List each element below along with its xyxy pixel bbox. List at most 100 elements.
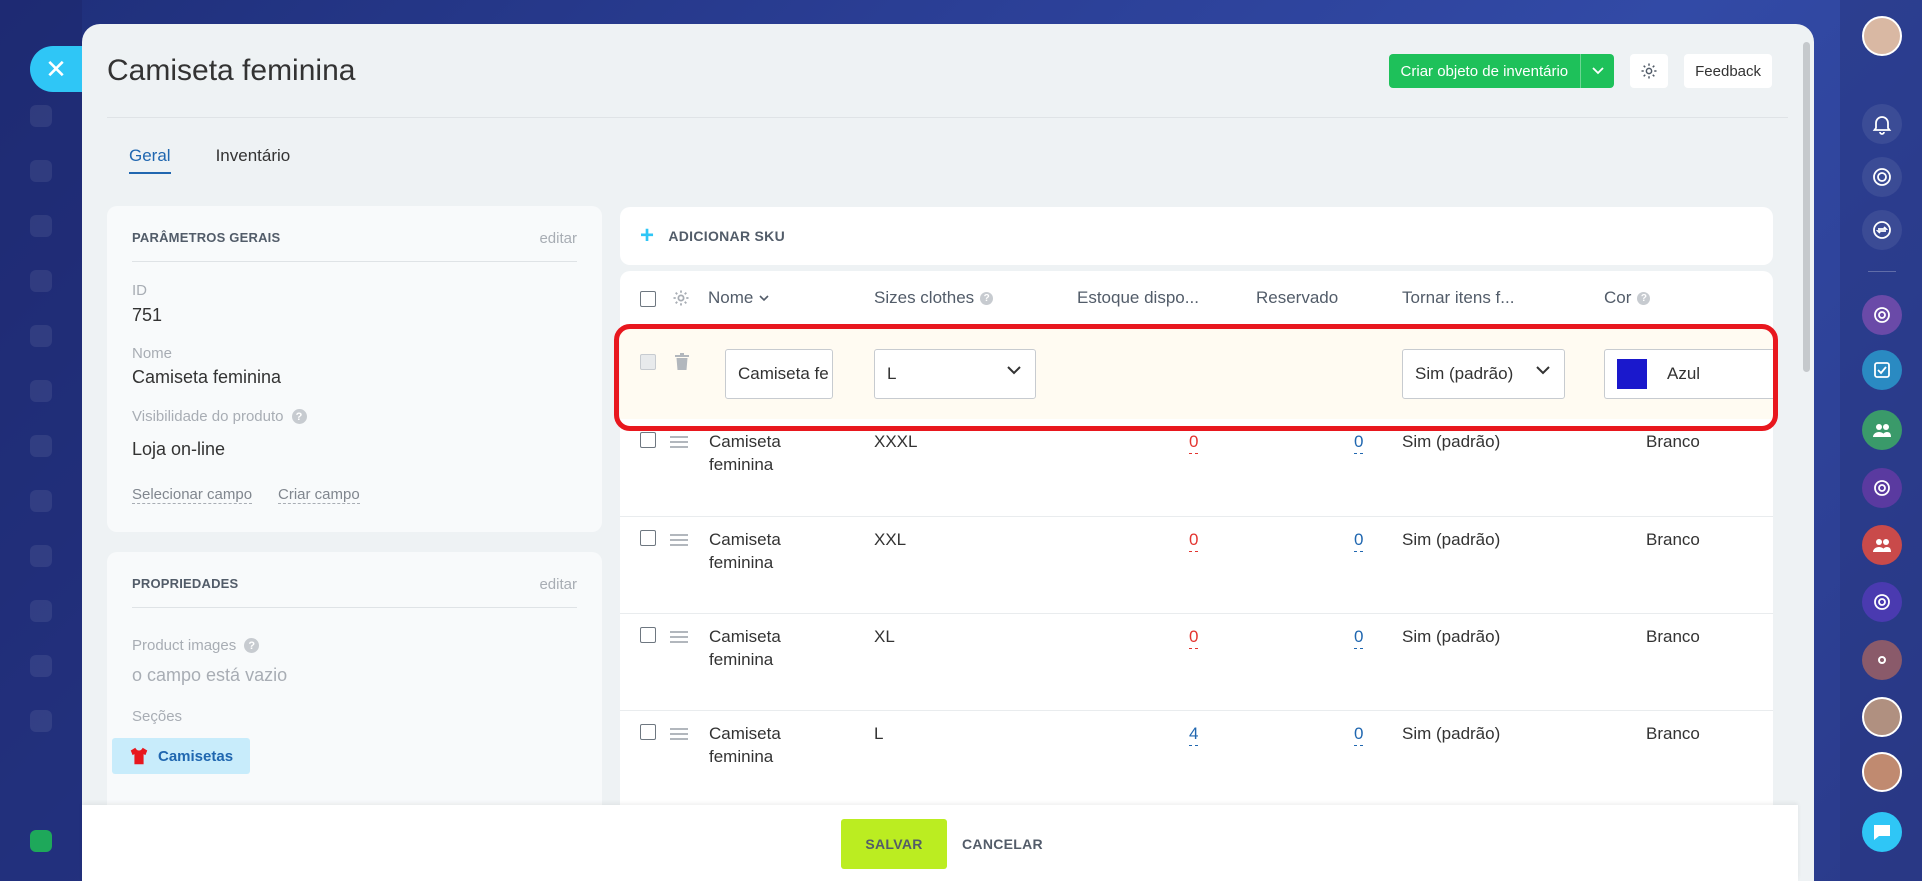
gear-icon	[1641, 63, 1657, 79]
table-row[interactable]: Camiseta feminina XXXL 0 0 Sim (padrão) …	[620, 419, 1773, 516]
general-heading: PARÂMETROS GERAIS	[132, 230, 281, 245]
row-stock[interactable]: 0	[1189, 430, 1199, 454]
color-select[interactable]: Azul	[1604, 349, 1773, 399]
tab-geral[interactable]: Geral	[129, 146, 171, 174]
chat-group-icon[interactable]	[1862, 295, 1902, 335]
add-sku-label: ADICIONAR SKU	[668, 228, 786, 244]
size-select[interactable]: L	[874, 349, 1036, 399]
size-select-value: L	[887, 364, 897, 383]
user-circle-icon[interactable]	[1862, 640, 1902, 680]
cancel-button[interactable]: CANCELAR	[962, 819, 1043, 869]
sku-table: Nome Sizes clothes ? Estoque dispo... Re…	[620, 271, 1773, 805]
row-make-items: Sim (padrão)	[1402, 627, 1501, 646]
tshirt-icon	[130, 747, 148, 765]
row-stock[interactable]: 4	[1189, 722, 1199, 746]
row-reserved[interactable]: 0	[1354, 722, 1364, 746]
help-icon[interactable]: ?	[291, 409, 307, 424]
sku-edit-row: Camiseta fe L Sim (padrão) Azul	[620, 327, 1773, 419]
id-value: 751	[132, 305, 163, 325]
tasks-icon[interactable]	[1862, 350, 1902, 390]
color-select-value: Azul	[1667, 364, 1701, 383]
column-header-sizes[interactable]: Sizes clothes ?	[874, 288, 994, 308]
row-make-items: Sim (padrão)	[1402, 724, 1501, 743]
column-header-make-items[interactable]: Tornar itens f...	[1402, 288, 1514, 308]
avatar[interactable]	[1862, 16, 1902, 56]
scrollbar[interactable]	[1803, 42, 1810, 372]
tab-inventario[interactable]: Inventário	[216, 146, 291, 174]
chevron-down-icon	[1007, 366, 1021, 375]
row-reserved[interactable]: 0	[1354, 625, 1364, 649]
chevron-down-icon	[759, 294, 769, 301]
drag-handle-icon[interactable]	[670, 728, 688, 740]
sections-label: Seções	[132, 708, 183, 725]
avatar[interactable]	[1862, 752, 1902, 792]
sku-name-input[interactable]: Camiseta fe	[725, 349, 833, 399]
row-reserved[interactable]: 0	[1354, 430, 1364, 454]
table-row[interactable]: Camiseta feminina L 4 0 Sim (padrão) Bra…	[620, 710, 1773, 805]
column-header-stock[interactable]: Estoque dispo...	[1077, 288, 1199, 308]
general-edit-link[interactable]: editar	[539, 230, 577, 247]
tabs: Geral Inventário	[129, 146, 290, 174]
row-size: L	[874, 724, 884, 743]
properties-edit-link[interactable]: editar	[539, 576, 577, 593]
column-header-reserved[interactable]: Reservado	[1256, 288, 1338, 308]
row-checkbox	[640, 354, 656, 370]
table-row[interactable]: Camiseta feminina XL 0 0 Sim (padrão) Br…	[620, 613, 1773, 710]
help-icon[interactable]: ?	[980, 291, 994, 305]
table-row[interactable]: Camiseta feminina XXL 0 0 Sim (padrão) B…	[620, 516, 1773, 613]
row-stock[interactable]: 0	[1189, 625, 1199, 649]
menu-ghost-icon	[30, 105, 52, 127]
help-icon[interactable]: ?	[244, 638, 260, 653]
create-inventory-object-button[interactable]: Criar objeto de inventário	[1388, 54, 1615, 88]
save-button[interactable]: SALVAR	[841, 819, 947, 869]
chat-group-icon[interactable]	[1862, 582, 1902, 622]
visibility-label: Visibilidade do produto ?	[132, 408, 307, 425]
sync-icon[interactable]	[1862, 210, 1902, 250]
trash-icon[interactable]	[675, 353, 689, 370]
drag-handle-icon[interactable]	[670, 436, 688, 448]
row-name-line2: feminina	[709, 553, 774, 572]
group-icon[interactable]	[1862, 410, 1902, 450]
menu-ghost-icon	[30, 325, 52, 347]
create-field-link[interactable]: Criar campo	[278, 486, 360, 504]
target-icon[interactable]	[1862, 157, 1902, 197]
row-color: Branco	[1646, 432, 1700, 451]
select-all-checkbox[interactable]	[640, 291, 656, 307]
row-checkbox[interactable]	[640, 724, 656, 740]
column-header-color[interactable]: Cor ?	[1604, 288, 1651, 308]
menu-ghost-icon	[30, 600, 52, 622]
drag-handle-icon[interactable]	[670, 534, 688, 546]
row-checkbox[interactable]	[640, 432, 656, 448]
name-label: Nome	[132, 345, 173, 362]
add-sku-button[interactable]: + ADICIONAR SKU	[620, 207, 1773, 265]
group-icon[interactable]	[1862, 525, 1902, 565]
chat-group-icon[interactable]	[1862, 468, 1902, 508]
column-header-nome[interactable]: Nome	[708, 288, 769, 308]
chat-icon[interactable]	[1862, 812, 1902, 852]
row-name-line1: Camiseta	[709, 530, 781, 549]
section-tag-label: Camisetas	[158, 747, 234, 765]
settings-button[interactable]	[1630, 54, 1669, 88]
help-icon[interactable]: ?	[1637, 291, 1651, 305]
row-checkbox[interactable]	[640, 530, 656, 546]
color-swatch	[1617, 359, 1647, 389]
header-actions: Criar objeto de inventário Feedback	[1388, 54, 1772, 88]
select-field-link[interactable]: Selecionar campo	[132, 486, 253, 504]
gear-icon[interactable]	[672, 289, 690, 307]
drag-handle-icon[interactable]	[670, 631, 688, 643]
menu-ghost-icon	[30, 710, 52, 732]
row-stock[interactable]: 0	[1189, 528, 1199, 552]
section-tag[interactable]: Camisetas	[112, 738, 251, 774]
feedback-button[interactable]: Feedback	[1684, 54, 1772, 88]
row-name-line2: feminina	[709, 747, 774, 766]
page-title: Camiseta feminina	[107, 54, 356, 87]
row-checkbox[interactable]	[640, 627, 656, 643]
avatar[interactable]	[1862, 697, 1902, 737]
close-button[interactable]: ✕	[30, 46, 82, 92]
row-reserved[interactable]: 0	[1354, 528, 1364, 552]
column-color-label: Cor	[1604, 288, 1632, 307]
bell-icon[interactable]	[1862, 104, 1902, 144]
visibility-value: Loja on-line	[132, 439, 226, 459]
chevron-down-icon[interactable]	[1580, 54, 1614, 88]
make-items-select[interactable]: Sim (padrão)	[1402, 349, 1565, 399]
